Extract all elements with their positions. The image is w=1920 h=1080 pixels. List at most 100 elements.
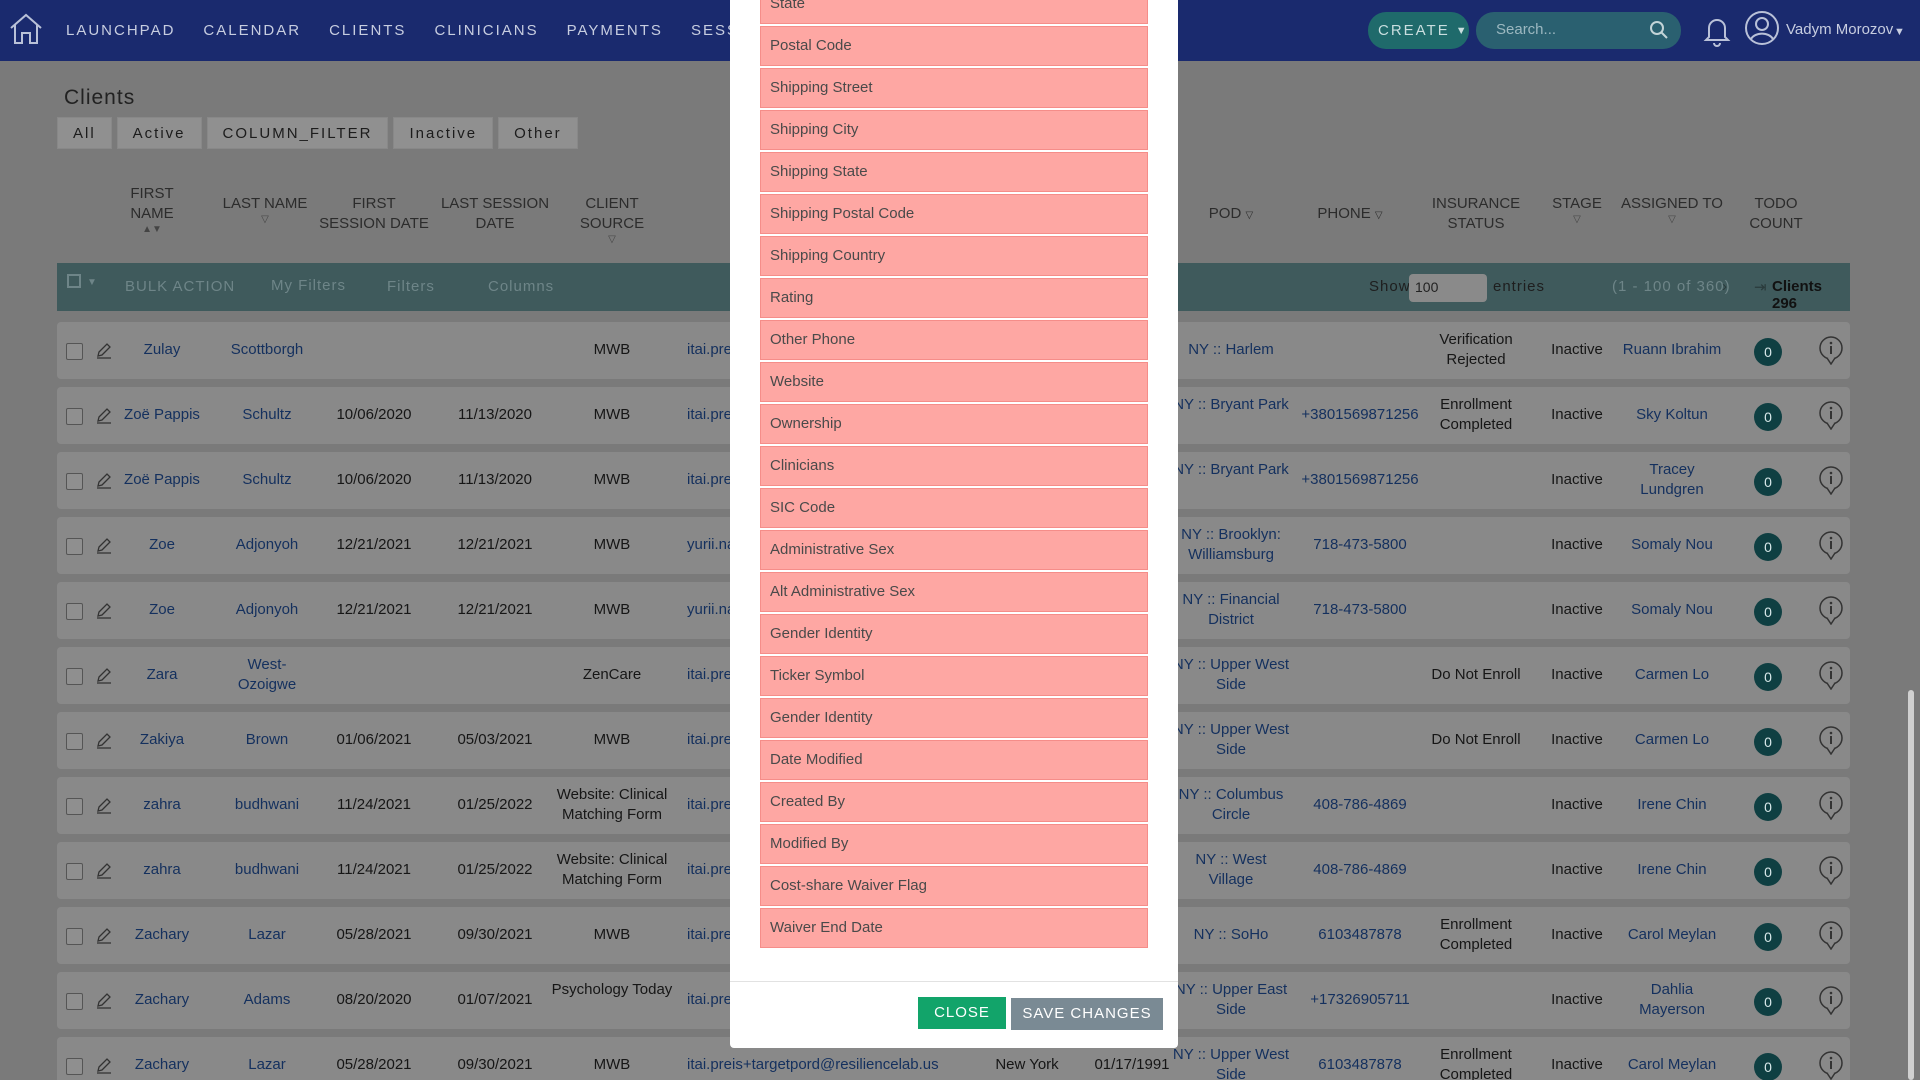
next-page-icon[interactable]: › <box>1722 278 1728 295</box>
row-checkbox[interactable] <box>66 668 83 685</box>
cell-pod[interactable]: NY :: Upper West Side <box>1171 720 1291 760</box>
cell-first-name[interactable]: Zara <box>107 665 217 685</box>
bulk-action-dropdown[interactable]: BULK ACTION <box>125 278 235 295</box>
cell-first-name[interactable]: Zoe <box>107 600 217 620</box>
cell-pod[interactable]: NY :: Harlem <box>1171 340 1291 360</box>
header-last-name[interactable]: LAST NAME ▽ <box>220 194 310 226</box>
cell-last-name[interactable]: budhwani <box>222 795 312 815</box>
cell-last-name[interactable]: budhwani <box>222 860 312 880</box>
cell-last-name[interactable]: Schultz <box>222 470 312 490</box>
row-checkbox[interactable] <box>66 538 83 555</box>
cell-first-name[interactable]: Zachary <box>107 990 217 1010</box>
cell-assigned-to[interactable]: Carmen Lo <box>1617 665 1727 685</box>
todo-count-badge[interactable]: 0 <box>1754 338 1782 366</box>
info-icon[interactable] <box>1816 790 1846 820</box>
row-checkbox[interactable] <box>66 993 83 1010</box>
header-insurance-status[interactable]: INSURANCE STATUS <box>1421 194 1531 234</box>
cell-first-name[interactable]: Zoë Pappis <box>107 405 217 425</box>
todo-count-badge[interactable]: 0 <box>1754 663 1782 691</box>
info-icon[interactable] <box>1816 920 1846 950</box>
header-first-session-date[interactable]: FIRST SESSION DATE <box>319 194 429 234</box>
column-option[interactable]: Gender Identity <box>760 614 1148 654</box>
cell-pod[interactable]: NY :: Brooklyn: Williamsburg <box>1171 525 1291 565</box>
column-option[interactable]: SIC Code <box>760 488 1148 528</box>
header-assigned-to[interactable]: ASSIGNED TO ▽ <box>1617 194 1727 226</box>
user-name[interactable]: Vadym Morozov <box>1786 21 1893 38</box>
info-icon[interactable] <box>1816 335 1846 365</box>
cell-assigned-to[interactable]: Carol Meylan <box>1617 925 1727 945</box>
nav-link-payments[interactable]: PAYMENTS <box>567 22 663 39</box>
todo-count-badge[interactable]: 0 <box>1754 598 1782 626</box>
cell-first-name[interactable]: Zoë Pappis <box>107 470 217 490</box>
cell-pod[interactable]: NY :: Upper West Side <box>1171 1045 1291 1080</box>
nav-link-clients[interactable]: CLIENTS <box>329 22 406 39</box>
cell-pod[interactable]: NY :: Financial District <box>1171 590 1291 630</box>
header-client-source[interactable]: CLIENT SOURCE ▽ <box>552 194 672 246</box>
todo-count-badge[interactable]: 0 <box>1754 923 1782 951</box>
filter-tab-active[interactable]: Active <box>116 117 202 149</box>
cell-last-name[interactable]: Adams <box>222 990 312 1010</box>
cell-pod[interactable]: NY :: Columbus Circle <box>1171 785 1291 825</box>
column-option[interactable]: Other Phone <box>760 320 1148 360</box>
column-option[interactable]: Administrative Sex <box>760 530 1148 570</box>
column-option[interactable]: Website <box>760 362 1148 402</box>
cell-pod[interactable]: NY :: Upper West Side <box>1171 655 1291 695</box>
info-icon[interactable] <box>1816 985 1846 1015</box>
cell-last-name[interactable]: Brown <box>222 730 312 750</box>
row-checkbox[interactable] <box>66 603 83 620</box>
header-phone[interactable]: PHONE ▽ <box>1300 204 1400 226</box>
cell-phone[interactable]: 408-786-4869 <box>1300 795 1420 815</box>
cell-assigned-to[interactable]: Sky Koltun <box>1617 405 1727 425</box>
save-changes-button[interactable]: SAVE CHANGES <box>1011 998 1163 1030</box>
column-option[interactable]: Created By <box>760 782 1148 822</box>
cell-first-name[interactable]: Zachary <box>107 1055 217 1075</box>
cell-phone[interactable]: +3801569871256 <box>1300 470 1420 490</box>
search-input[interactable] <box>1496 21 1646 38</box>
filter-tab-inactive[interactable]: Inactive <box>393 117 494 149</box>
my-filters-dropdown[interactable]: My Filters <box>271 277 346 294</box>
columns-button[interactable]: Columns <box>488 278 554 295</box>
header-first-name[interactable]: FIRST NAME ▲▼ <box>117 184 187 236</box>
cell-first-name[interactable]: Zulay <box>107 340 217 360</box>
search-icon[interactable] <box>1649 20 1669 40</box>
column-option[interactable]: Ticker Symbol <box>760 656 1148 696</box>
cell-last-name[interactable]: Scottborgh <box>222 340 312 360</box>
cell-phone[interactable]: 718-473-5800 <box>1300 600 1420 620</box>
notification-bell-icon[interactable] <box>1700 12 1734 48</box>
nav-link-calendar[interactable]: CALENDAR <box>203 22 301 39</box>
row-checkbox[interactable] <box>66 733 83 750</box>
cell-pod[interactable]: NY :: Bryant Park <box>1171 460 1291 480</box>
cell-assigned-to[interactable]: Carol Meylan <box>1617 1055 1727 1075</box>
page-scrollbar[interactable] <box>1908 690 1914 1080</box>
cell-phone[interactable]: 6103487878 <box>1300 1055 1420 1075</box>
cell-phone[interactable]: 408-786-4869 <box>1300 860 1420 880</box>
info-icon[interactable] <box>1816 660 1846 690</box>
column-option[interactable]: Ownership <box>760 404 1148 444</box>
filter-tab-all[interactable]: All <box>57 117 112 149</box>
column-option[interactable]: Cost-share Waiver Flag <box>760 866 1148 906</box>
user-avatar-icon[interactable] <box>1744 10 1780 46</box>
create-button[interactable]: CREATE ▼ <box>1368 12 1469 49</box>
header-stage[interactable]: STAGE ▽ <box>1537 194 1617 226</box>
cell-phone[interactable]: +3801569871256 <box>1300 405 1420 425</box>
chevron-down-icon[interactable]: ▼ <box>1894 26 1905 38</box>
header-last-session-date[interactable]: LAST SESSION DATE <box>440 194 550 234</box>
column-option[interactable]: Postal Code <box>760 26 1148 66</box>
chevron-down-icon[interactable]: ▼ <box>87 277 98 288</box>
column-option[interactable]: State <box>760 0 1148 24</box>
todo-count-badge[interactable]: 0 <box>1754 988 1782 1016</box>
cell-assigned-to[interactable]: Somaly Nou <box>1617 535 1727 555</box>
column-option[interactable]: Date Modified <box>760 740 1148 780</box>
info-icon[interactable] <box>1816 1050 1846 1080</box>
cell-first-name[interactable]: zahra <box>107 795 217 815</box>
column-option[interactable]: Modified By <box>760 824 1148 864</box>
cell-pod[interactable]: NY :: SoHo <box>1171 925 1291 945</box>
cell-first-name[interactable]: Zoe <box>107 535 217 555</box>
row-checkbox[interactable] <box>66 473 83 490</box>
todo-count-badge[interactable]: 0 <box>1754 468 1782 496</box>
todo-count-badge[interactable]: 0 <box>1754 728 1782 756</box>
row-checkbox[interactable] <box>66 408 83 425</box>
cell-pod[interactable]: NY :: Upper East Side <box>1171 980 1291 1020</box>
cell-last-name[interactable]: Lazar <box>222 925 312 945</box>
filter-tab-other[interactable]: Other <box>498 117 578 149</box>
